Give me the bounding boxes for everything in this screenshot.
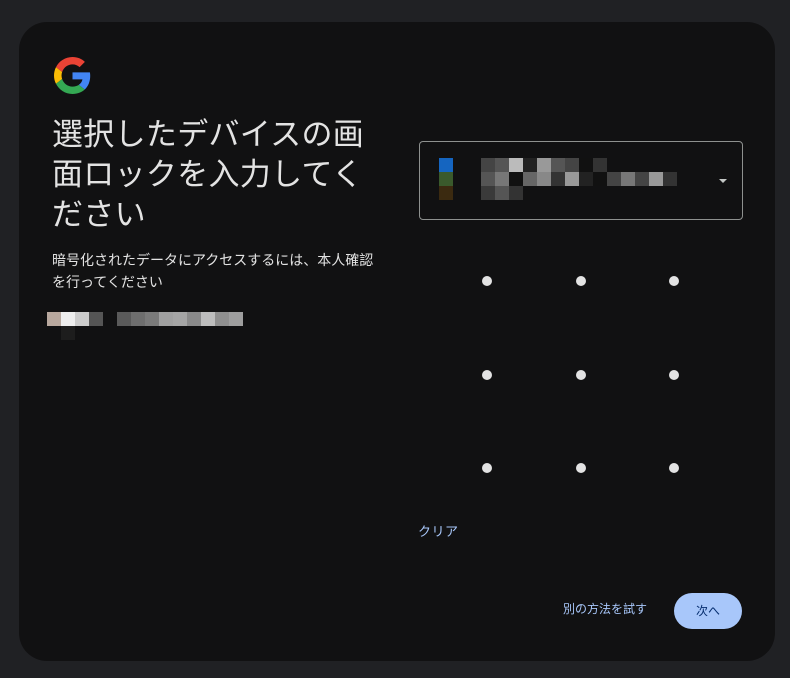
device-name-row	[481, 158, 607, 172]
account-email	[117, 312, 243, 326]
avatar-mosaic-cell	[47, 312, 61, 326]
avatar-mosaic-cell	[61, 312, 75, 326]
caret-down-icon	[719, 179, 727, 183]
device-select[interactable]	[419, 141, 743, 220]
email-mosaic-cell	[131, 312, 145, 326]
device-name-cell	[593, 158, 607, 172]
page-title: 選択したデバイスの画面ロックを入力してください	[52, 117, 365, 233]
device-name-cell	[565, 172, 579, 186]
phone-icon	[439, 158, 453, 200]
device-name-cell	[523, 158, 537, 172]
device-name-cell	[579, 172, 593, 186]
email-mosaic-cell	[201, 312, 215, 326]
device-name-cell	[481, 186, 495, 200]
device-name-cell	[551, 172, 565, 186]
email-mosaic-cell	[229, 312, 243, 326]
device-name-cell	[551, 158, 565, 172]
pattern-dot[interactable]	[669, 463, 679, 473]
sign-in-card: 選択したデバイスの画面ロックを入力してください 暗号化されたデータにアクセスする…	[19, 22, 775, 661]
device-name-cell	[537, 158, 551, 172]
email-mosaic-cell	[187, 312, 201, 326]
email-mosaic-cell	[173, 312, 187, 326]
device-name-cell	[495, 172, 509, 186]
email-mosaic-cell	[159, 312, 173, 326]
device-name-row	[481, 172, 677, 186]
device-name-cell	[565, 158, 579, 172]
pattern-dot[interactable]	[575, 276, 586, 286]
phone-icon-cell	[439, 172, 453, 186]
device-name-cell	[509, 172, 523, 186]
device-name-cell	[523, 172, 537, 186]
pattern-dot[interactable]	[482, 369, 492, 380]
device-name-cell	[607, 172, 621, 186]
avatar-mosaic-cell	[89, 312, 103, 326]
page-subtitle: 暗号化されたデータにアクセスするには、本人確認を行ってください	[52, 253, 374, 291]
device-name	[481, 158, 681, 200]
email-mosaic-cell	[145, 312, 159, 326]
clear-button[interactable]: クリア	[418, 524, 459, 542]
device-name-cell	[495, 186, 509, 200]
device-name-cell	[509, 158, 523, 172]
google-g-icon	[54, 57, 91, 94]
device-name-row	[481, 186, 523, 200]
pattern-dot[interactable]	[669, 369, 679, 380]
pattern-dot[interactable]	[482, 463, 492, 473]
device-name-cell	[635, 172, 649, 186]
device-name-cell	[481, 158, 495, 172]
device-name-cell	[495, 158, 509, 172]
account-avatar-shadow	[61, 326, 75, 340]
pattern-dot[interactable]	[575, 463, 586, 473]
phone-icon-cell	[439, 158, 453, 172]
pattern-dot[interactable]	[575, 369, 586, 380]
pattern-dot[interactable]	[669, 276, 679, 286]
device-name-cell	[537, 172, 551, 186]
device-name-cell	[621, 172, 635, 186]
device-name-cell	[649, 172, 663, 186]
next-button[interactable]: 次へ	[674, 593, 742, 629]
avatar-mosaic-cell	[75, 312, 89, 326]
device-name-cell	[481, 172, 495, 186]
pattern-dot[interactable]	[482, 276, 492, 286]
pattern-lock-grid[interactable]	[439, 232, 719, 512]
device-name-cell	[579, 158, 593, 172]
account-avatar	[47, 312, 103, 326]
email-mosaic-cell	[117, 312, 131, 326]
device-name-cell	[509, 186, 523, 200]
device-name-cell	[593, 172, 607, 186]
device-name-cell	[663, 172, 677, 186]
email-mosaic-cell	[215, 312, 229, 326]
account-chip	[47, 312, 247, 340]
phone-icon-cell	[439, 186, 453, 200]
try-another-way-button[interactable]: 別の方法を試す	[539, 593, 671, 625]
